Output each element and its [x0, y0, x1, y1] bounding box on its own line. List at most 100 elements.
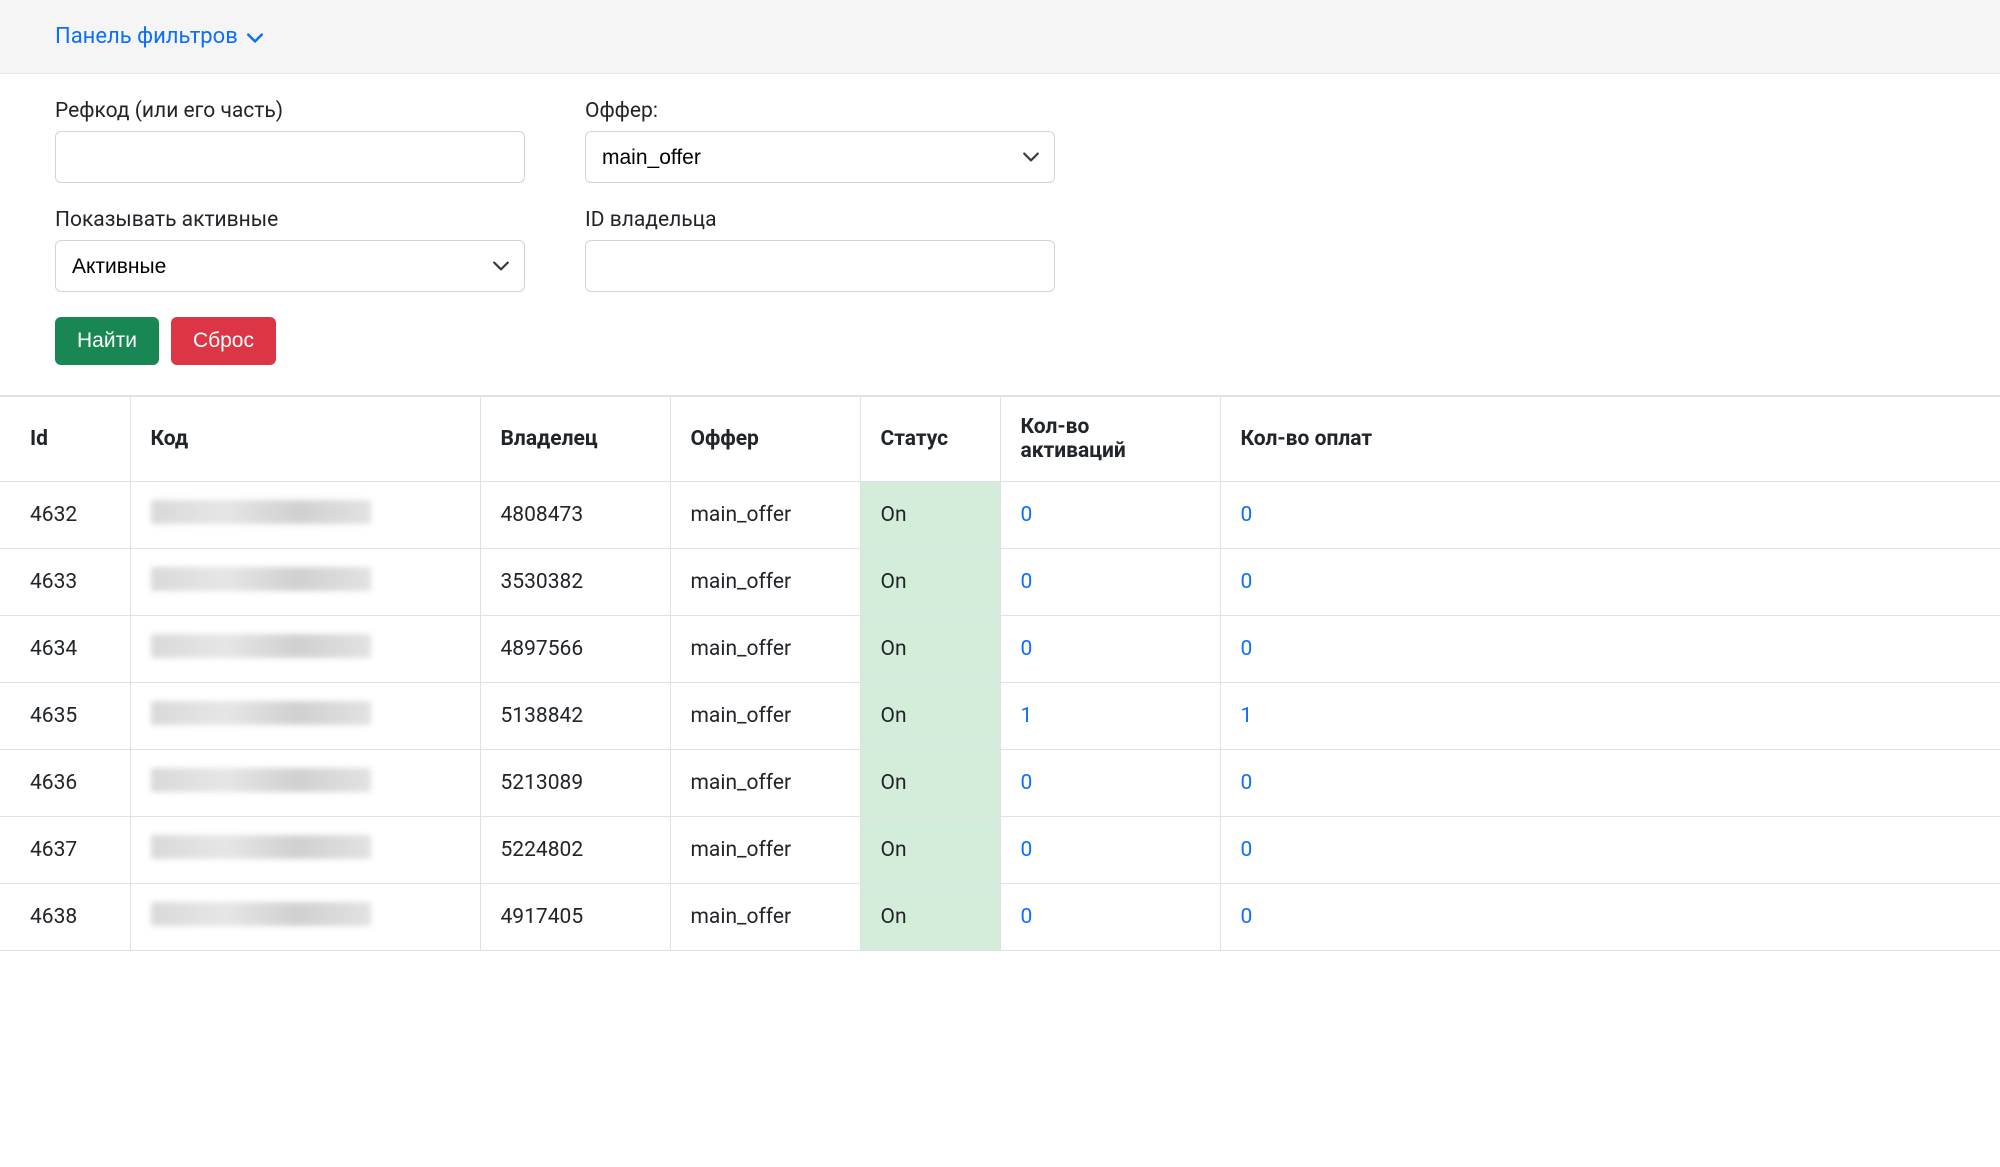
table-row: 46333530382main_offerOn00: [0, 549, 2000, 616]
activations-link[interactable]: 0: [1021, 637, 1033, 661]
cell-code: [130, 817, 480, 884]
activations-link[interactable]: 0: [1021, 771, 1033, 795]
cell-code: [130, 683, 480, 750]
owner-id-input[interactable]: [585, 240, 1055, 292]
cell-activations: 0: [1000, 817, 1220, 884]
th-offer[interactable]: Оффер: [670, 397, 860, 482]
cell-code: [130, 549, 480, 616]
cell-offer: main_offer: [670, 750, 860, 817]
payments-link[interactable]: 0: [1241, 838, 1253, 862]
cell-status: On: [860, 884, 1000, 951]
cell-status: On: [860, 482, 1000, 549]
refcode-input[interactable]: [55, 131, 525, 183]
cell-id: 4635: [0, 683, 130, 750]
cell-activations: 0: [1000, 884, 1220, 951]
cell-status: On: [860, 683, 1000, 750]
cell-id: 4636: [0, 750, 130, 817]
cell-owner: 5138842: [480, 683, 670, 750]
cell-payments: 0: [1220, 884, 2000, 951]
offer-field-group: Оффер: main_offer: [585, 99, 1055, 183]
code-blurred: [151, 902, 371, 926]
cell-owner: 5224802: [480, 817, 670, 884]
th-payments[interactable]: Кол-во оплат: [1220, 397, 2000, 482]
chevron-down-icon: [246, 28, 264, 46]
cell-payments: 0: [1220, 750, 2000, 817]
table-row: 4638 4917405main_offerOn 0 0: [0, 884, 2000, 951]
cell-status: On: [860, 750, 1000, 817]
offer-select[interactable]: main_offer: [585, 131, 1055, 183]
cell-id: 4634: [0, 616, 130, 683]
payments-link[interactable]: 0: [1241, 637, 1253, 661]
cell-offer: main_offer: [670, 884, 860, 951]
code-blurred: [151, 701, 371, 725]
refcode-field-group: Рефкод (или его часть): [55, 99, 525, 183]
table-body: 46324808473main_offerOn0046333530382main…: [0, 482, 2000, 951]
filters-toggle-label: Панель фильтров: [55, 24, 238, 49]
payments-link[interactable]: 0: [1241, 570, 1253, 594]
activations-link[interactable]: 0: [1021, 503, 1033, 527]
cell-payments: 1: [1220, 683, 2000, 750]
filter-row-2: Показывать активные Активные ID владельц…: [55, 208, 1945, 292]
table-row: 4636 5213089main_offerOn 0 0: [0, 750, 2000, 817]
filters-panel-header: Панель фильтров: [0, 0, 2000, 74]
cell-offer: main_offer: [670, 616, 860, 683]
cell-id: 4632: [0, 482, 130, 549]
cell-status: On: [860, 817, 1000, 884]
cell-id: 4633: [0, 549, 130, 616]
cell-owner: 5213089: [480, 750, 670, 817]
payments-link[interactable]: 0: [1241, 905, 1253, 929]
table-row: 4637 5224802main_offerOn 0 0: [0, 817, 2000, 884]
cell-status: On: [860, 616, 1000, 683]
search-button[interactable]: Найти: [55, 317, 159, 365]
cell-activations: 0: [1000, 549, 1220, 616]
cell-owner: 4917405: [480, 884, 670, 951]
activations-link[interactable]: 0: [1021, 905, 1033, 929]
cell-id: 4638: [0, 884, 130, 951]
cell-code: [130, 616, 480, 683]
offer-label: Оффер:: [585, 99, 1055, 123]
activations-link[interactable]: 0: [1021, 570, 1033, 594]
cell-activations: 0: [1000, 482, 1220, 549]
cell-payments: 0: [1220, 549, 2000, 616]
th-id[interactable]: Id: [0, 397, 130, 482]
cell-owner: 3530382: [480, 549, 670, 616]
cell-activations: 1: [1000, 683, 1220, 750]
th-status[interactable]: Статус: [860, 397, 1000, 482]
cell-code: [130, 750, 480, 817]
cell-payments: 0: [1220, 817, 2000, 884]
code-blurred: [151, 634, 371, 658]
owner-id-label: ID владельца: [585, 208, 1055, 232]
th-code[interactable]: Код: [130, 397, 480, 482]
payments-link[interactable]: 0: [1241, 771, 1253, 795]
reset-button[interactable]: Сброс: [171, 317, 276, 365]
payments-link[interactable]: 0: [1241, 503, 1253, 527]
payments-link[interactable]: 1: [1241, 704, 1253, 728]
cell-payments: 0: [1220, 482, 2000, 549]
cell-offer: main_offer: [670, 683, 860, 750]
results-table-wrap: Id Код Владелец Оффер Статус Кол-во акти…: [0, 395, 2000, 951]
cell-activations: 0: [1000, 616, 1220, 683]
filters-toggle[interactable]: Панель фильтров: [55, 24, 264, 49]
cell-code: [130, 884, 480, 951]
activations-link[interactable]: 1: [1021, 704, 1033, 728]
cell-payments: 0: [1220, 616, 2000, 683]
code-blurred: [151, 768, 371, 792]
cell-activations: 0: [1000, 750, 1220, 817]
th-owner[interactable]: Владелец: [480, 397, 670, 482]
cell-code: [130, 482, 480, 549]
code-blurred: [151, 835, 371, 859]
table-row: 46324808473main_offerOn00: [0, 482, 2000, 549]
active-label: Показывать активные: [55, 208, 525, 232]
cell-id: 4637: [0, 817, 130, 884]
cell-offer: main_offer: [670, 817, 860, 884]
table-row: 4635 5138842main_offerOn 1 1: [0, 683, 2000, 750]
owner-id-field-group: ID владельца: [585, 208, 1055, 292]
th-activations[interactable]: Кол-во активаций: [1000, 397, 1220, 482]
code-blurred: [151, 500, 371, 524]
cell-owner: 4897566: [480, 616, 670, 683]
activations-link[interactable]: 0: [1021, 838, 1033, 862]
code-blurred: [151, 567, 371, 591]
active-field-group: Показывать активные Активные: [55, 208, 525, 292]
cell-offer: main_offer: [670, 482, 860, 549]
active-select[interactable]: Активные: [55, 240, 525, 292]
